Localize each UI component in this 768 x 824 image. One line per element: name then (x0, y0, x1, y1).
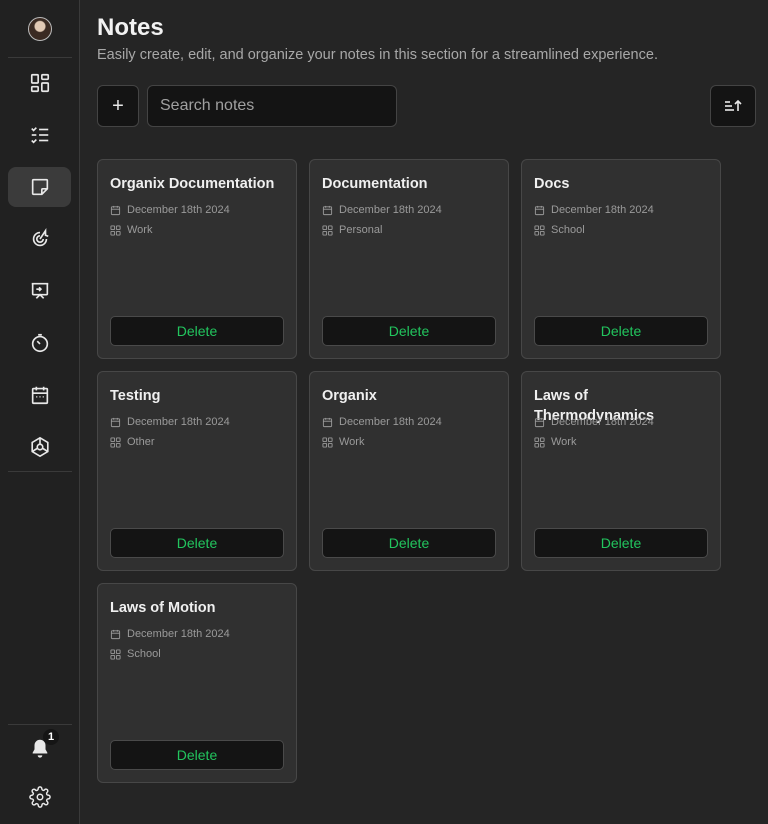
category-icon (322, 224, 333, 236)
note-card[interactable]: Organix December 18th 2024 Work Delete (309, 371, 509, 571)
note-title: Organix Documentation (110, 176, 275, 192)
note-category-text: School (127, 648, 161, 660)
sidebar-item-notes[interactable] (8, 167, 71, 207)
note-date: December 18th 2024 (322, 204, 442, 216)
note-card[interactable]: Laws of Motion December 18th 2024 School De… (97, 583, 297, 783)
note-date-text: December 18th 2024 (127, 204, 230, 216)
note-card[interactable]: Documentation December 18th 2024 Personal D… (309, 159, 509, 359)
delete-note-button[interactable]: Delete (110, 316, 284, 346)
calendar-icon (322, 417, 333, 427)
presentation-icon (31, 282, 48, 299)
note-title: Documentation (322, 176, 428, 192)
note-date-text: December 18th 2024 (339, 204, 442, 216)
sidebar-item-integrations[interactable] (8, 427, 71, 467)
note-category: Work (322, 436, 364, 448)
category-icon (322, 436, 333, 448)
category-icon (534, 436, 545, 448)
delete-note-button[interactable]: Delete (110, 740, 284, 770)
note-title: Docs (534, 176, 570, 192)
gear-icon (28, 786, 51, 808)
calendar-icon (110, 417, 121, 427)
delete-note-button[interactable]: Delete (534, 316, 708, 346)
category-icon (110, 648, 121, 660)
note-date-text: December 18th 2024 (551, 204, 654, 216)
sidebar-divider (8, 57, 72, 58)
note-card[interactable]: Laws of Thermodynamics December 18th 2024… (521, 371, 721, 571)
notifications-button[interactable] (8, 728, 71, 768)
category-icon (110, 224, 121, 236)
sort-button[interactable] (710, 85, 756, 127)
timer-icon (31, 333, 48, 353)
note-card[interactable]: Testing December 18th 2024 Other Delete (97, 371, 297, 571)
sidebar-item-calendar[interactable] (8, 375, 71, 415)
sidebar-divider (8, 724, 72, 725)
note-category-text: Work (551, 436, 577, 448)
category-icon (110, 436, 121, 448)
note-date-text: December 18th 2024 (127, 416, 230, 428)
note-card[interactable]: Docs December 18th 2024 School Delete (521, 159, 721, 359)
note-title: Laws of Motion (110, 600, 216, 616)
page-title: Notes (97, 14, 164, 41)
note-date-text: December 18th 2024 (127, 628, 230, 640)
calendar-icon (110, 629, 121, 639)
sidebar: 1 (0, 0, 80, 824)
note-category-text: Personal (339, 224, 383, 236)
category-icon (534, 224, 545, 236)
note-category: Personal (322, 224, 382, 236)
note-category-text: School (551, 224, 585, 236)
note-date: December 18th 2024 (322, 416, 442, 428)
note-category-text: Work (127, 224, 153, 236)
note-category-text: Work (339, 436, 365, 448)
note-category: Other (110, 436, 155, 448)
settings-button[interactable] (8, 777, 71, 817)
sidebar-item-focus[interactable] (8, 219, 71, 259)
note-date-text: December 18th 2024 (551, 416, 654, 428)
calendar-icon (31, 386, 48, 405)
note-category: Work (110, 224, 152, 236)
calendar-icon (322, 205, 333, 215)
note-date: December 18th 2024 (110, 204, 230, 216)
integration-icon (30, 436, 49, 458)
delete-note-button[interactable]: Delete (322, 528, 496, 558)
note-date-text: December 18th 2024 (339, 416, 442, 428)
calendar-icon (534, 205, 545, 215)
calendar-icon (110, 205, 121, 215)
note-category: School (534, 224, 585, 236)
dashboard-icon (30, 73, 49, 93)
note-card[interactable]: Organix Documentation December 18th 2024 W… (97, 159, 297, 359)
page-subtitle: Easily create, edit, and organize your n… (97, 47, 658, 63)
delete-note-button[interactable]: Delete (534, 528, 708, 558)
calendar-icon (534, 417, 545, 427)
avatar[interactable] (28, 17, 52, 41)
note-date: December 18th 2024 (534, 416, 654, 428)
note-date: December 18th 2024 (110, 628, 230, 640)
search-input[interactable] (147, 85, 397, 127)
note-category: Work (534, 436, 576, 448)
sidebar-divider (8, 471, 72, 472)
checklist-icon (30, 127, 48, 144)
sidebar-item-dashboard[interactable] (8, 63, 71, 103)
delete-note-button[interactable]: Delete (322, 316, 496, 346)
note-date: December 18th 2024 (534, 204, 654, 216)
add-note-button[interactable]: + (97, 85, 139, 127)
focus-target-icon (32, 228, 49, 247)
note-title: Organix (322, 388, 377, 404)
note-category-text: Other (127, 436, 155, 448)
sidebar-item-presentation[interactable] (8, 271, 71, 311)
note-date: December 18th 2024 (110, 416, 230, 428)
sort-icon (725, 99, 742, 111)
delete-note-button[interactable]: Delete (110, 528, 284, 558)
sticky-note-icon (31, 178, 48, 196)
notification-badge: 1 (43, 729, 59, 745)
note-category: School (110, 648, 161, 660)
sidebar-item-tasks[interactable] (8, 115, 71, 155)
note-title: Testing (110, 388, 161, 404)
sidebar-item-timer[interactable] (8, 323, 71, 363)
